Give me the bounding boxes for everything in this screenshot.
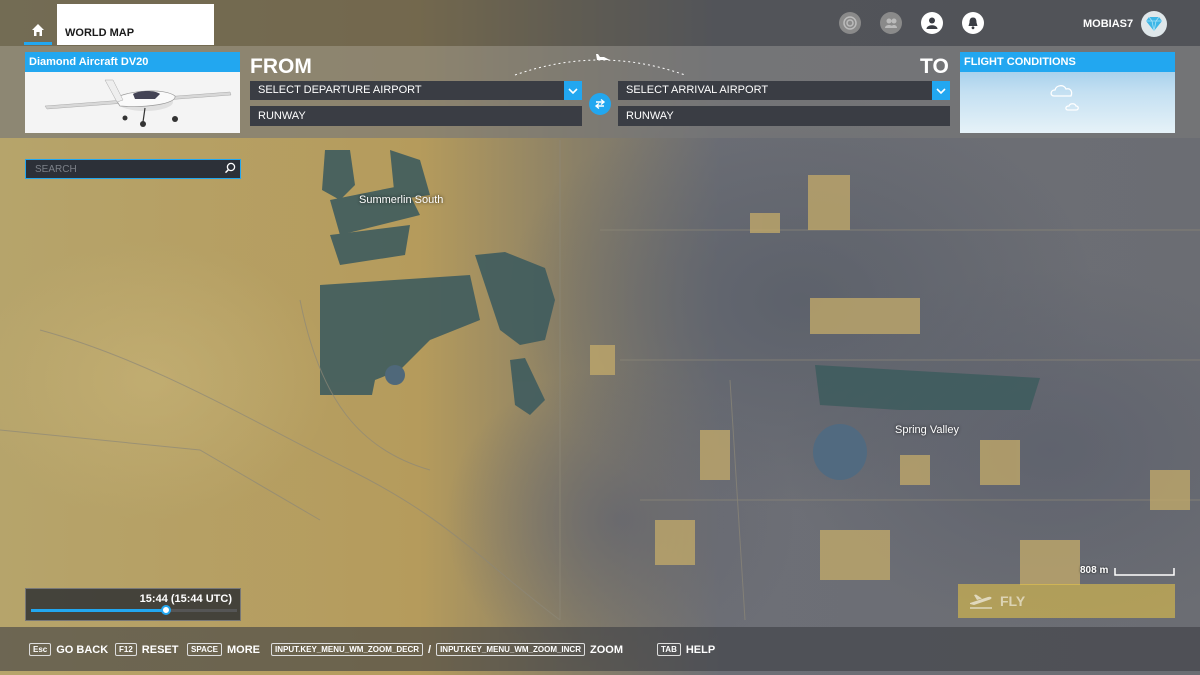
hint-label: GO BACK xyxy=(56,643,109,656)
gem-icon xyxy=(1146,16,1162,32)
map-label-summerlin-south: Summerlin South xyxy=(359,194,444,206)
home-button[interactable] xyxy=(26,18,50,42)
aircraft-image xyxy=(25,72,240,133)
home-icon xyxy=(32,24,44,36)
swap-airports-button[interactable] xyxy=(589,93,611,115)
hint-separator: / xyxy=(428,643,432,656)
hint-label: RESET xyxy=(141,643,179,656)
arrival-airport-placeholder: SELECT ARRIVAL AIRPORT xyxy=(626,84,769,96)
search-input[interactable] xyxy=(26,160,216,178)
username[interactable]: MOBIAS7 xyxy=(1083,18,1133,30)
key-badge: Esc xyxy=(29,643,52,656)
to-label: TO xyxy=(920,55,949,78)
arrival-runway-field[interactable]: RUNWAY xyxy=(618,106,950,126)
key-badge: F12 xyxy=(115,643,137,656)
search-box[interactable] xyxy=(25,159,241,179)
key-badge-zoom-out: INPUT.KEY_MENU_WM_ZOOM_DECR xyxy=(271,643,424,656)
time-slider-fill xyxy=(31,609,166,612)
cloud-icon xyxy=(1050,85,1079,111)
key-badge: TAB xyxy=(657,643,681,656)
hint-zoom[interactable]: INPUT.KEY_MENU_WM_ZOOM_DECR / INPUT.KEY_… xyxy=(271,643,623,656)
target-icon xyxy=(843,16,857,30)
takeoff-icon xyxy=(970,594,992,609)
key-badge: SPACE xyxy=(187,643,222,656)
fly-label: FLY xyxy=(1000,593,1026,609)
hint-help[interactable]: TAB HELP xyxy=(657,643,715,656)
flight-conditions-title: FLIGHT CONDITIONS xyxy=(960,52,1175,72)
key-badge-zoom-in: INPUT.KEY_MENU_WM_ZOOM_INCR xyxy=(436,643,585,656)
profile-icon xyxy=(926,17,938,29)
from-label: FROM xyxy=(250,55,312,78)
map-label-spring-valley: Spring Valley xyxy=(895,424,959,436)
hint-more[interactable]: SPACE MORE xyxy=(187,643,260,656)
plane-icon xyxy=(592,54,610,60)
time-of-day-widget: 15:44 (15:44 UTC) xyxy=(25,588,241,621)
lake xyxy=(813,424,867,480)
map-scale-bar xyxy=(1114,568,1175,576)
swap-icon xyxy=(594,98,606,110)
profile-button[interactable] xyxy=(921,12,943,34)
notifications-button[interactable] xyxy=(962,12,984,34)
arrival-airport-select[interactable]: SELECT ARRIVAL AIRPORT xyxy=(618,81,950,100)
hint-go-back[interactable]: Esc GO BACK xyxy=(29,643,108,656)
hint-label: ZOOM xyxy=(589,643,623,656)
map-scale-label: 808 m xyxy=(1080,565,1109,576)
hint-label: MORE xyxy=(226,643,260,656)
departure-airport-select[interactable]: SELECT DEPARTURE AIRPORT xyxy=(250,81,582,100)
time-slider-track[interactable] xyxy=(31,609,237,612)
time-readout: 15:44 (15:44 UTC) xyxy=(139,593,232,605)
hint-label: HELP xyxy=(685,643,716,656)
aircraft-selection-card[interactable]: Diamond Aircraft DV20 xyxy=(25,52,240,133)
flight-conditions-card[interactable]: FLIGHT CONDITIONS xyxy=(960,52,1175,133)
notification-icon xyxy=(968,17,978,30)
home-tab-indicator xyxy=(24,42,52,45)
hint-reset[interactable]: F12 RESET xyxy=(115,643,178,656)
chevron-down-icon xyxy=(932,81,950,100)
time-slider-handle[interactable] xyxy=(160,605,171,615)
aircraft-name: Diamond Aircraft DV20 xyxy=(25,52,240,72)
fly-button[interactable]: FLY xyxy=(958,584,1175,618)
chevron-down-icon xyxy=(564,81,582,100)
tab-world-map[interactable]: WORLD MAP xyxy=(57,4,214,45)
friends-button[interactable] xyxy=(880,12,902,34)
friends-icon xyxy=(885,18,897,28)
departure-airport-placeholder: SELECT DEPARTURE AIRPORT xyxy=(258,84,422,96)
search-icon[interactable] xyxy=(224,162,236,174)
gem-badge[interactable] xyxy=(1141,11,1167,37)
target-button[interactable] xyxy=(839,12,861,34)
departure-runway-field[interactable]: RUNWAY xyxy=(250,106,582,126)
